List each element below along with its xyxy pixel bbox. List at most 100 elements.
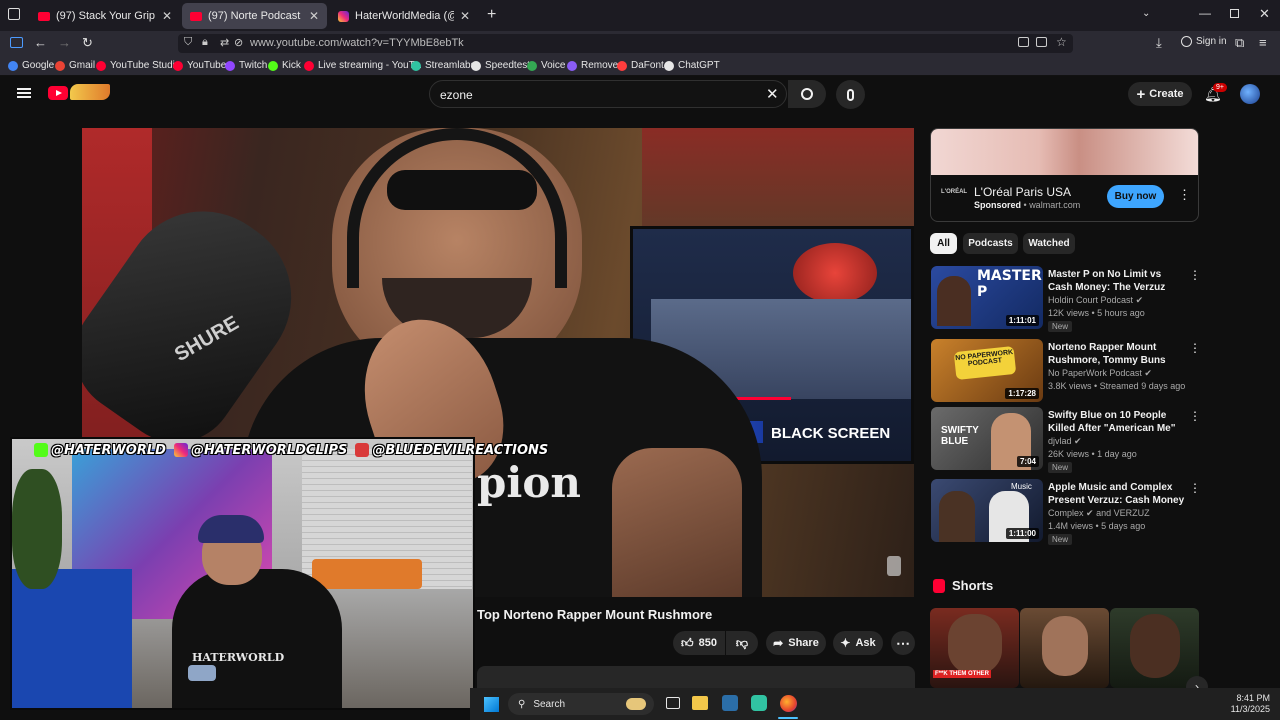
buy-now-button[interactable]: Buy now bbox=[1107, 185, 1164, 208]
video-menu-icon[interactable]: ⋮ bbox=[1189, 341, 1201, 355]
bookmark-star-icon[interactable]: ☆ bbox=[1056, 35, 1067, 49]
close-tab-icon[interactable]: ✕ bbox=[309, 9, 319, 23]
windows-start-icon[interactable] bbox=[484, 697, 499, 712]
bookmark-speedtest[interactable]: Speedtest bbox=[471, 60, 530, 71]
picture-in-picture-icon[interactable] bbox=[1018, 37, 1029, 47]
tab-overview-icon[interactable] bbox=[8, 8, 20, 20]
video-thumbnail[interactable]: SWIFTY BLUE 7:04 bbox=[931, 407, 1043, 470]
search-input[interactable]: ezone bbox=[440, 88, 473, 102]
channel-watermark-icon[interactable] bbox=[887, 556, 901, 576]
search-box[interactable]: ezone ✕ bbox=[429, 80, 787, 108]
permissions-icon[interactable]: ⇄ bbox=[220, 36, 229, 49]
voice-search-button[interactable] bbox=[836, 80, 865, 109]
avatar[interactable] bbox=[1240, 84, 1260, 104]
file-explorer-icon[interactable] bbox=[692, 696, 708, 710]
recommended-video[interactable]: SWIFTY BLUE 7:04 Swifty Blue on 10 Peopl… bbox=[931, 407, 1201, 473]
close-tab-icon[interactable]: ✕ bbox=[460, 9, 470, 23]
list-all-tabs-icon[interactable]: ⌄ bbox=[1142, 8, 1150, 19]
bookmark-gmail[interactable]: Gmail bbox=[55, 60, 95, 71]
clear-search-icon[interactable]: ✕ bbox=[766, 85, 779, 103]
back-button[interactable]: ← bbox=[34, 36, 47, 50]
video-menu-icon[interactable]: ⋮ bbox=[1189, 481, 1201, 495]
video-title[interactable]: Swifty Blue on 10 People Killed After "A… bbox=[1048, 409, 1186, 435]
like-button[interactable]: 👍︎ 850 bbox=[673, 631, 725, 655]
bookmark-live-streaming[interactable]: Live streaming - YouT... bbox=[304, 60, 422, 71]
video-title[interactable]: Apple Music and Complex Present Verzuz: … bbox=[1048, 481, 1186, 507]
bookmark-dafont[interactable]: DaFont bbox=[617, 60, 664, 71]
tab-norte-podcast[interactable]: (97) Norte Podcast BFD Of ✕ bbox=[182, 3, 327, 29]
bookmark-chatgpt[interactable]: ChatGPT bbox=[664, 60, 720, 71]
restore-window-button[interactable] bbox=[1230, 9, 1239, 18]
channel-name[interactable]: No PaperWork Podcast bbox=[1048, 368, 1142, 378]
downloads-icon[interactable]: ⤓ bbox=[1156, 36, 1162, 50]
terminal-app-icon[interactable] bbox=[722, 695, 738, 711]
chip-podcasts[interactable]: Podcasts bbox=[963, 233, 1018, 254]
bookmark-kick[interactable]: Kick bbox=[268, 60, 301, 71]
video-title[interactable]: Master P on No Limit vs Cash Money: The … bbox=[1048, 268, 1186, 294]
ask-button[interactable]: ✦ Ask bbox=[833, 631, 883, 655]
youtube-logo[interactable] bbox=[48, 86, 68, 100]
forward-button[interactable]: → bbox=[58, 36, 71, 50]
channel-collab[interactable]: and VERZUZ bbox=[1096, 508, 1150, 518]
video-thumbnail[interactable]: MASTER P 1:11:01 bbox=[931, 266, 1043, 329]
media-blocked-icon[interactable]: ⊘ bbox=[234, 36, 243, 49]
extensions-icon[interactable]: ⧉ bbox=[1235, 36, 1244, 50]
bookmark-voice[interactable]: Voice bbox=[527, 60, 565, 71]
channel-name[interactable]: Holdin Court Podcast bbox=[1048, 295, 1133, 305]
recommended-video[interactable]: NO PAPERWORK PODCAST 1:17:28 Norteno Rap… bbox=[931, 339, 1201, 403]
recommended-video[interactable]: MASTER P 1:11:01 Master P on No Limit vs… bbox=[931, 266, 1201, 332]
tab-stack-your-grip[interactable]: (97) Stack Your Grip - YouTube ✕ bbox=[30, 3, 180, 29]
close-window-button[interactable]: ✕ bbox=[1259, 6, 1270, 22]
bookmark-streamlabs[interactable]: Streamlabs bbox=[411, 60, 476, 71]
streamlabs-app-icon[interactable] bbox=[751, 695, 767, 711]
minimize-window-button[interactable]: — bbox=[1199, 6, 1211, 20]
search-button[interactable] bbox=[788, 80, 826, 108]
bookmark-youtube[interactable]: YouTube bbox=[173, 60, 226, 71]
short-thumbnail[interactable]: F**K THEM OTHER bbox=[930, 608, 1019, 688]
description-box[interactable] bbox=[477, 666, 915, 690]
like-count: 850 bbox=[698, 637, 717, 649]
sign-in-button[interactable]: Sign in bbox=[1181, 36, 1227, 47]
address-bar[interactable]: ⛉ 🔒︎ ⇄ ⊘ www.youtube.com/watch?v=TYYMbE8… bbox=[178, 34, 1073, 53]
video-title[interactable]: Norteno Rapper Mount Rushmore, Tommy Bun… bbox=[1048, 341, 1186, 367]
sidebar-toggle-icon[interactable] bbox=[10, 37, 23, 48]
guide-menu-icon[interactable] bbox=[17, 88, 31, 90]
mail-icon bbox=[355, 443, 370, 457]
bookmark-google[interactable]: Google bbox=[8, 60, 54, 71]
video-menu-icon[interactable]: ⋮ bbox=[1189, 409, 1201, 423]
video-menu-icon[interactable]: ⋮ bbox=[1189, 268, 1201, 282]
channel-name[interactable]: djvlad bbox=[1048, 436, 1072, 446]
bookmark-twitch[interactable]: Twitch bbox=[225, 60, 267, 71]
more-actions-button[interactable]: ⋯ bbox=[891, 631, 915, 655]
chip-watched[interactable]: Watched bbox=[1023, 233, 1075, 254]
menu-icon[interactable]: ≡ bbox=[1259, 36, 1267, 50]
recommended-video[interactable]: Music 1:11:00 Apple Music and Complex Pr… bbox=[931, 479, 1201, 545]
reader-view-icon[interactable] bbox=[1036, 37, 1047, 47]
system-clock[interactable]: 8:41 PM 11/3/2025 bbox=[1210, 693, 1270, 715]
shield-icon[interactable]: ⛉ bbox=[184, 36, 192, 49]
dislike-button[interactable]: 👎︎ bbox=[726, 631, 758, 655]
tab-haterworldmedia[interactable]: HaterWorldMedia (@haterworld ✕ bbox=[330, 3, 478, 29]
bookmark-remove[interactable]: Remove bbox=[567, 60, 618, 71]
chip-all[interactable]: All bbox=[930, 233, 957, 254]
short-thumbnail[interactable] bbox=[1110, 608, 1199, 688]
create-button[interactable]: + Create bbox=[1128, 82, 1192, 106]
ad-meta: Sponsored • walmart.com bbox=[974, 200, 1080, 210]
ad-domain: walmart.com bbox=[1029, 200, 1081, 210]
video-thumbnail[interactable]: Music 1:11:00 bbox=[931, 479, 1043, 542]
reload-button[interactable]: ↻ bbox=[82, 36, 93, 50]
taskbar-search[interactable]: ⚲ Search bbox=[508, 693, 654, 715]
task-view-icon[interactable] bbox=[666, 697, 680, 709]
bookmark-youtube-studio[interactable]: YouTube Studio bbox=[96, 60, 180, 71]
lock-icon[interactable]: 🔒︎ bbox=[202, 36, 208, 49]
firefox-app-icon[interactable] bbox=[780, 695, 797, 712]
new-tab-button[interactable]: + bbox=[487, 6, 496, 24]
short-thumbnail[interactable] bbox=[1020, 608, 1109, 688]
video-thumbnail[interactable]: NO PAPERWORK PODCAST 1:17:28 bbox=[931, 339, 1043, 402]
share-button[interactable]: ➦ Share bbox=[766, 631, 826, 655]
channel-name[interactable]: Complex bbox=[1048, 508, 1084, 518]
close-tab-icon[interactable]: ✕ bbox=[162, 9, 172, 23]
ad-card[interactable]: L'ORÉAL L'Oréal Paris USA Sponsored • wa… bbox=[930, 128, 1199, 222]
doodle-logo-icon[interactable] bbox=[70, 84, 110, 100]
ad-menu-icon[interactable]: ⋮ bbox=[1178, 187, 1191, 203]
